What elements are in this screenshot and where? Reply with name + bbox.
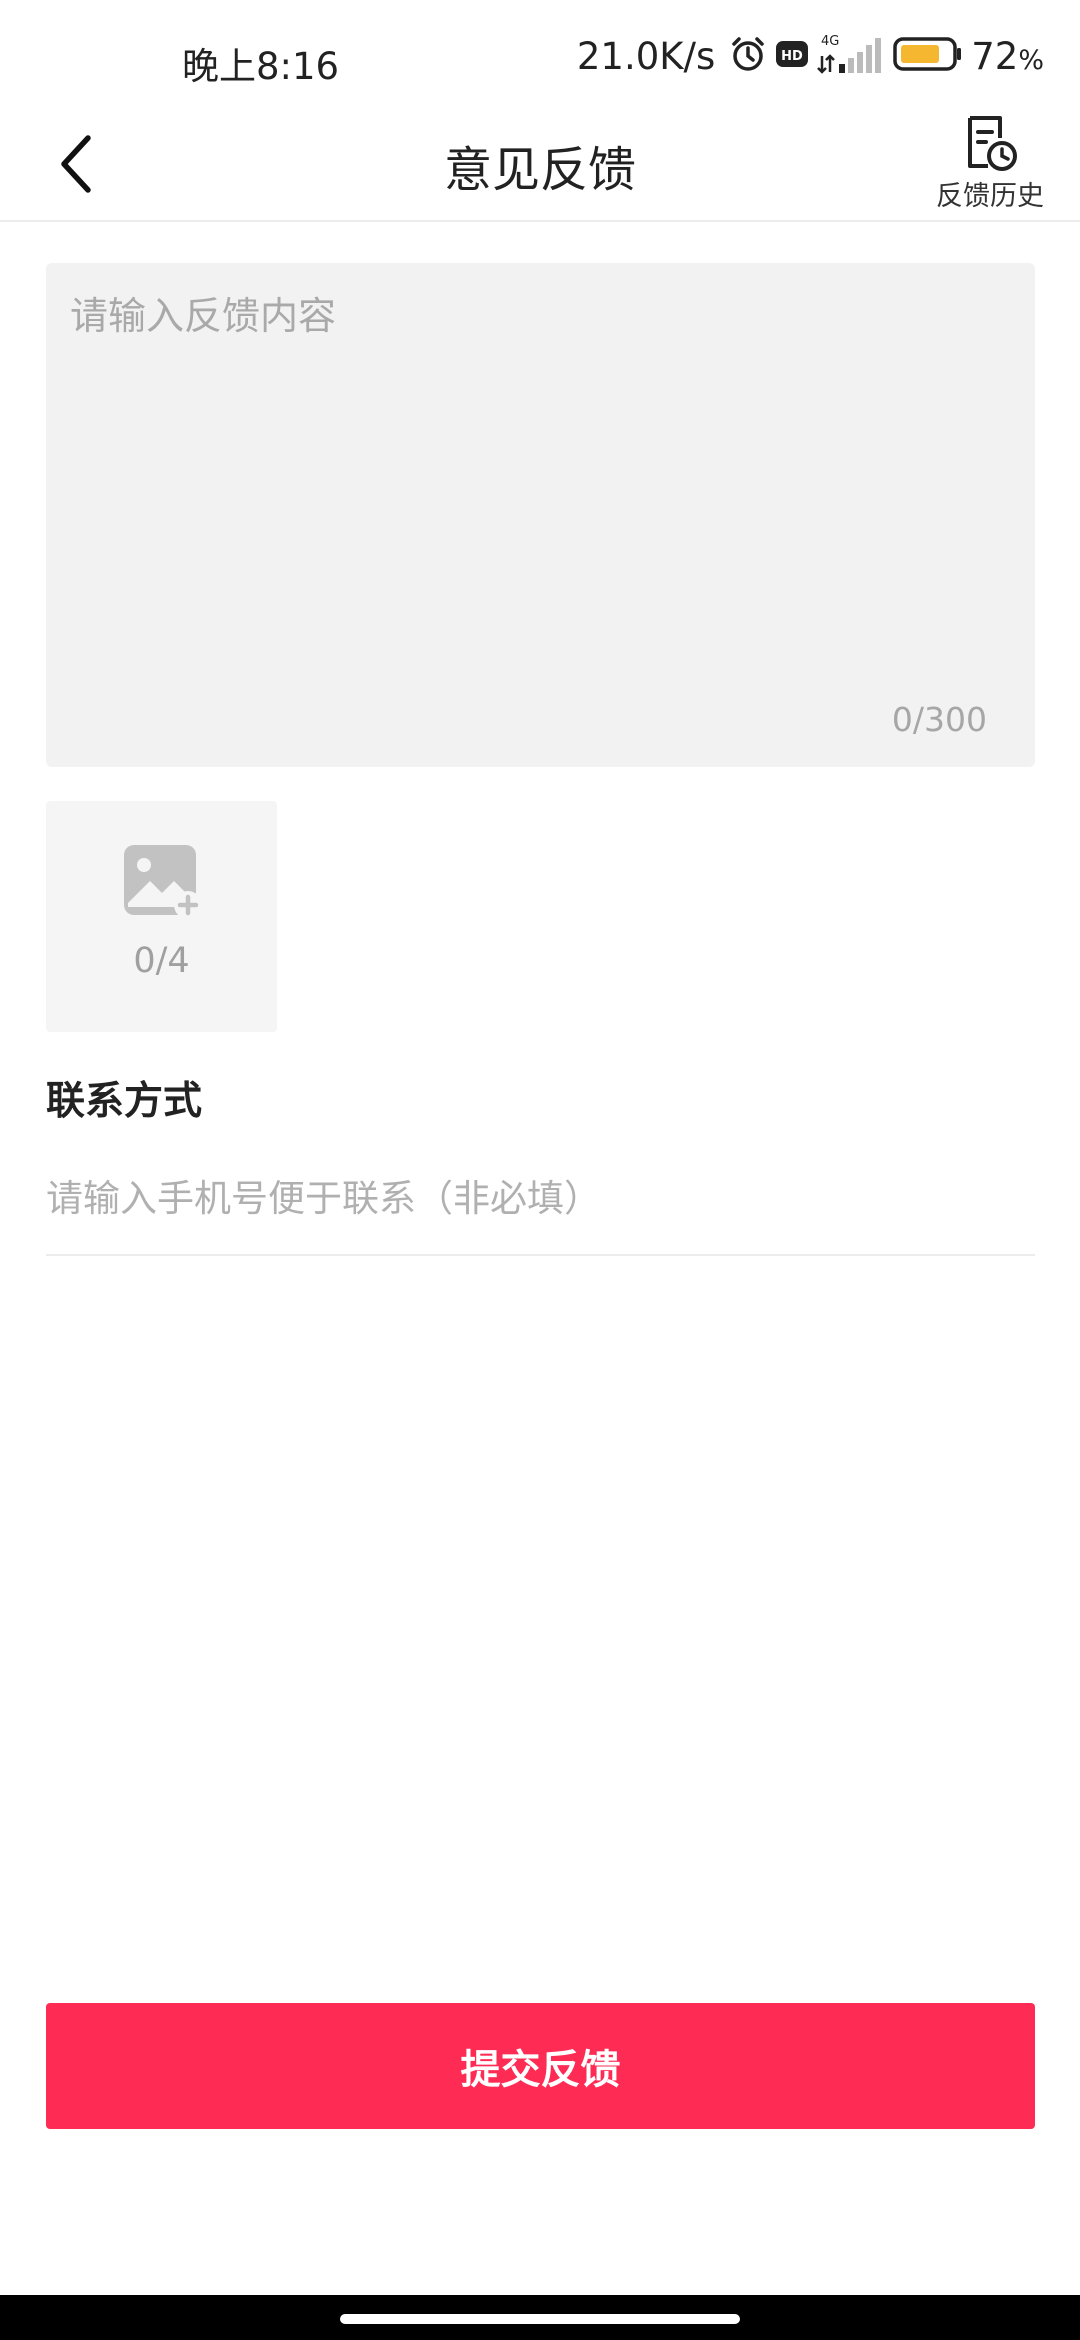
- submit-feedback-button[interactable]: 提交反馈: [46, 2003, 1035, 2129]
- alarm-icon: [729, 35, 767, 77]
- feedback-history-button[interactable]: 反馈历史: [920, 110, 1060, 214]
- page-title: 意见反馈: [443, 142, 636, 198]
- status-right-group: 21.0K/s HD 4G 72%: [577, 34, 1044, 78]
- svg-text:HD: HD: [781, 49, 803, 64]
- feedback-box: 0/300: [46, 263, 1035, 767]
- status-time: 晚上8:16: [182, 45, 340, 88]
- network-speed: 21.0K/s: [576, 34, 716, 78]
- history-label: 反馈历史: [936, 181, 1044, 212]
- contact-divider: [46, 1254, 1035, 1256]
- image-upload-button[interactable]: 0/4: [46, 801, 277, 1032]
- feedback-input[interactable]: [46, 263, 1035, 703]
- svg-text:4G: 4G: [821, 34, 839, 49]
- home-indicator[interactable]: [340, 2314, 740, 2324]
- status-bar: 晚上8:16 21.0K/s HD 4G 72%: [0, 0, 1080, 110]
- image-add-icon: [124, 845, 202, 919]
- nav-bar: 意见反馈 反馈历史: [0, 110, 1080, 222]
- hd-icon: HD: [775, 39, 809, 73]
- contact-label: 联系方式: [46, 1079, 203, 1124]
- char-count: 0/300: [891, 700, 987, 739]
- battery-percent: 72%: [971, 34, 1044, 78]
- system-gesture-bar: [0, 2295, 1080, 2340]
- battery-icon: [893, 36, 963, 76]
- feedback-screen: 晚上8:16 21.0K/s HD 4G 72% 意见反馈 反馈历史 请输入反馈…: [0, 0, 1080, 2340]
- document-clock-icon: [968, 116, 1017, 171]
- phone-input[interactable]: [46, 1160, 1035, 1236]
- upload-count: 0/4: [133, 941, 190, 981]
- signal-icon: 4G: [817, 32, 885, 80]
